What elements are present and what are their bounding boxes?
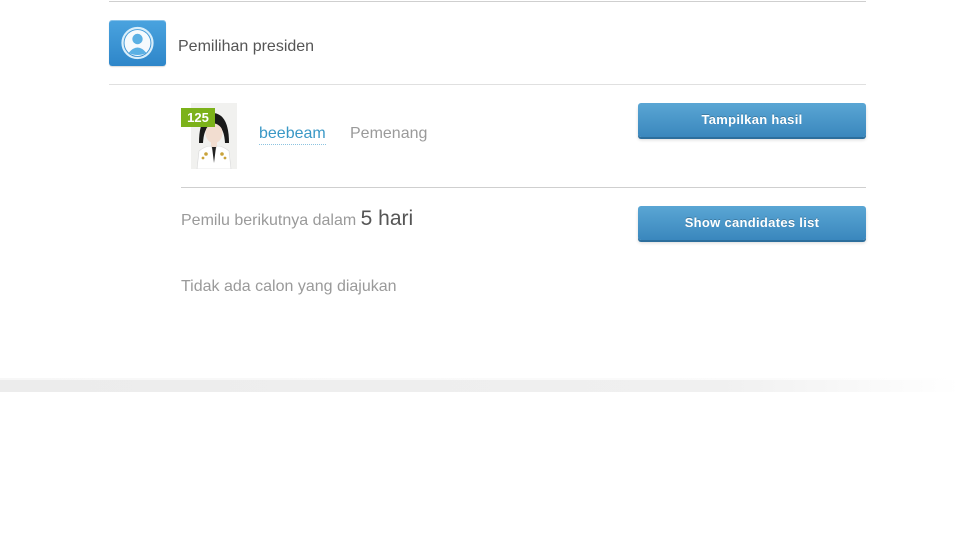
top-divider xyxy=(109,1,866,2)
next-election-days: 5 hari xyxy=(360,207,414,230)
election-panel: Pemilihan presiden 125 beebeam Pemenang … xyxy=(0,0,960,540)
show-results-button[interactable]: Tampilkan hasil xyxy=(638,103,866,137)
next-election-text: Pemilu berikutnya dalam 5 hari xyxy=(181,207,413,231)
section-divider xyxy=(109,84,866,85)
section-title: Pemilihan presiden xyxy=(178,38,315,55)
show-candidates-button[interactable]: Show candidates list xyxy=(638,206,866,240)
next-election-prefix: Pemilu berikutnya dalam xyxy=(181,212,357,229)
winner-username-link[interactable]: beebeam xyxy=(259,125,326,145)
level-badge: 125 xyxy=(181,108,215,127)
footer-divider-band xyxy=(0,378,960,392)
no-candidates-text: Tidak ada calon yang diajukan xyxy=(181,278,397,295)
winner-status-label: Pemenang xyxy=(350,125,428,142)
user-silhouette-icon xyxy=(109,20,166,66)
winner-avatar-block[interactable]: 125 xyxy=(181,103,237,169)
inner-divider xyxy=(181,187,866,188)
